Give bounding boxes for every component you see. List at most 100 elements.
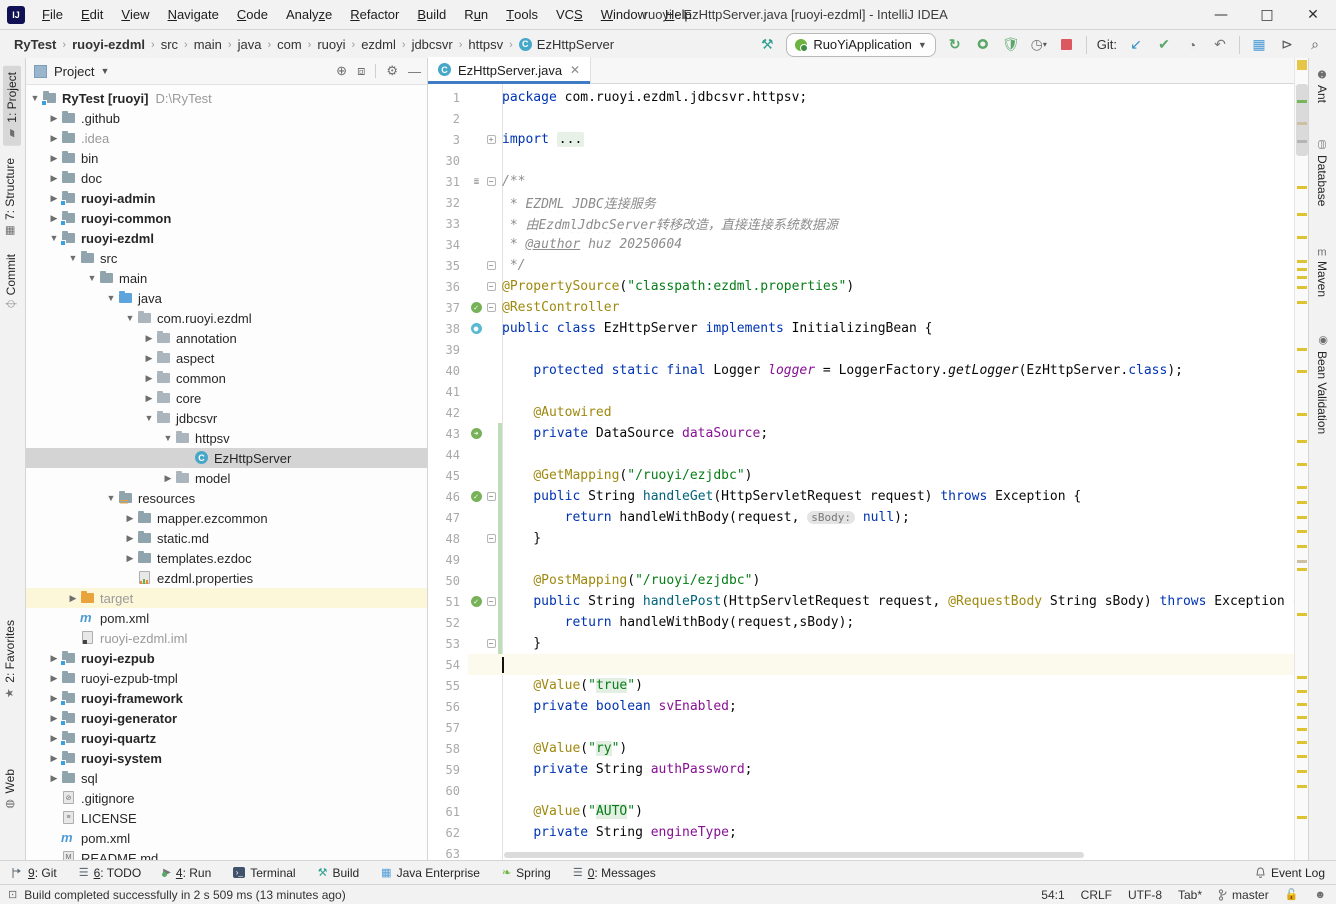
- code-line-39[interactable]: 39: [428, 339, 1294, 360]
- code-line-38[interactable]: 38●public class EzHttpServer implements …: [428, 318, 1294, 339]
- encoding-indicator[interactable]: UTF-8: [1128, 888, 1162, 902]
- toolwindow-button----todo[interactable]: ☰6: TODO: [68, 861, 152, 885]
- locate-file-icon[interactable]: ⊕: [336, 63, 347, 79]
- fold-marker-icon[interactable]: −: [487, 261, 496, 270]
- vertical-scrollbar-thumb[interactable]: [1296, 84, 1308, 156]
- toolwindow-button----messages[interactable]: ☰0: Messages: [562, 861, 667, 885]
- code-line-50[interactable]: 50 @PostMapping("/ruoyi/ezjdbc"): [428, 570, 1294, 591]
- code-line-37[interactable]: 37✓−@RestController: [428, 297, 1294, 318]
- error-stripe[interactable]: [1294, 58, 1308, 860]
- tool-button-ant[interactable]: ⚉Ant: [1315, 68, 1329, 103]
- tree-item-src[interactable]: ▼src: [26, 248, 427, 268]
- history-icon[interactable]: ◔: [1183, 36, 1201, 54]
- stripe-warning-mark[interactable]: [1297, 741, 1307, 744]
- stripe-warning-mark[interactable]: [1297, 545, 1307, 548]
- breadcrumb-rytest[interactable]: RyTest: [14, 37, 56, 52]
- menu-edit[interactable]: Edit: [72, 0, 112, 30]
- collapse-arrow-icon[interactable]: ▼: [85, 273, 99, 283]
- expand-arrow-icon[interactable]: ▶: [47, 753, 61, 764]
- breadcrumb-main[interactable]: main: [194, 37, 222, 52]
- expand-arrow-icon[interactable]: ▶: [47, 193, 61, 204]
- tool-button-bean-validation[interactable]: ◉Bean Validation: [1315, 334, 1329, 434]
- tool-button-commit[interactable]: ⏀Commit: [3, 254, 19, 310]
- tree-item-sql[interactable]: ▶sql: [26, 768, 427, 788]
- tree-item-ruoyi-quartz[interactable]: ▶ruoyi-quartz: [26, 728, 427, 748]
- tree-item-ruoyi-ezdml-iml[interactable]: ruoyi-ezdml.iml: [26, 628, 427, 648]
- tree-item-bin[interactable]: ▶bin: [26, 148, 427, 168]
- spring-mapping-icon[interactable]: ✓: [471, 491, 482, 502]
- breadcrumb-ezhttpserver[interactable]: EzHttpServer: [537, 37, 614, 52]
- stripe-warning-mark[interactable]: [1297, 413, 1307, 416]
- stripe-warning-mark[interactable]: [1297, 676, 1307, 679]
- expand-arrow-icon[interactable]: ▶: [47, 113, 61, 124]
- run-anything-icon[interactable]: ⊳: [1278, 36, 1296, 54]
- collapse-arrow-icon[interactable]: ▼: [104, 493, 118, 503]
- code-line-35[interactable]: 35− */: [428, 255, 1294, 276]
- tree-item-mapper-ezcommon[interactable]: ▶mapper.ezcommon: [26, 508, 427, 528]
- breadcrumb-java[interactable]: java: [238, 37, 262, 52]
- tree-item-core[interactable]: ▶core: [26, 388, 427, 408]
- inspection-status-square[interactable]: [1297, 60, 1307, 70]
- code-line-61[interactable]: 61 @Value("AUTO"): [428, 801, 1294, 822]
- expand-arrow-icon[interactable]: ▶: [47, 773, 61, 784]
- tree-item-ruoyi-system[interactable]: ▶ruoyi-system: [26, 748, 427, 768]
- code-line-31[interactable]: 31≣−/**: [428, 171, 1294, 192]
- stripe-warning-mark[interactable]: [1297, 100, 1307, 103]
- toolwindow-button-spring[interactable]: ❧Spring: [491, 861, 562, 885]
- fold-marker-icon[interactable]: −: [487, 534, 496, 543]
- expand-arrow-icon[interactable]: ▶: [123, 553, 137, 564]
- code-line-49[interactable]: 49: [428, 549, 1294, 570]
- collapse-arrow-icon[interactable]: ▼: [66, 253, 80, 263]
- spring-bean-icon[interactable]: ●: [471, 323, 482, 334]
- menu-refactor[interactable]: Refactor: [341, 0, 408, 30]
- stripe-warning-mark[interactable]: [1297, 703, 1307, 706]
- close-button[interactable]: ✕: [1290, 0, 1336, 29]
- tool-button----favorites[interactable]: ★2: Favorites: [3, 620, 17, 700]
- stripe-warning-mark[interactable]: [1297, 276, 1307, 279]
- tree-item-license[interactable]: ≡LICENSE: [26, 808, 427, 828]
- expand-arrow-icon[interactable]: ▶: [123, 513, 137, 524]
- tree-item-rytest--ruoyi-[interactable]: ▼RyTest [ruoyi]D:\RyTest: [26, 88, 427, 108]
- tree-item-ruoyi-framework[interactable]: ▶ruoyi-framework: [26, 688, 427, 708]
- spring-mapping-icon[interactable]: ✓: [471, 302, 482, 313]
- code-line-51[interactable]: 51✓− public String handlePost(HttpServle…: [428, 591, 1294, 612]
- tree-item-ruoyi-common[interactable]: ▶ruoyi-common: [26, 208, 427, 228]
- code-line-47[interactable]: 47 return handleWithBody(request, sBody:…: [428, 507, 1294, 528]
- code-line-30[interactable]: 30: [428, 150, 1294, 171]
- code-line-2[interactable]: 2: [428, 108, 1294, 129]
- tree-item-httpsv[interactable]: ▼httpsv: [26, 428, 427, 448]
- run-button[interactable]: ↻: [946, 36, 964, 54]
- tree-item-resources[interactable]: ▼resources: [26, 488, 427, 508]
- code-line-33[interactable]: 33 * 由EzdmlJdbcServer转移改造，直接连接系统数据源: [428, 213, 1294, 234]
- tool-button-web[interactable]: ◍Web: [3, 769, 17, 810]
- code-line-44[interactable]: 44: [428, 444, 1294, 465]
- tree-item-model[interactable]: ▶model: [26, 468, 427, 488]
- tool-button----structure[interactable]: ▦7: Structure: [3, 158, 17, 237]
- stripe-warning-mark[interactable]: [1297, 816, 1307, 819]
- tree-item-ruoyi-ezpub[interactable]: ▶ruoyi-ezpub: [26, 648, 427, 668]
- git-branch-widget[interactable]: master: [1218, 888, 1269, 902]
- code-line-59[interactable]: 59 private String authPassword;: [428, 759, 1294, 780]
- fold-marker-icon[interactable]: −: [487, 492, 496, 501]
- breadcrumb-ruoyi-ezdml[interactable]: ruoyi-ezdml: [72, 37, 145, 52]
- stripe-warning-mark[interactable]: [1297, 370, 1307, 373]
- rollback-icon[interactable]: ↶: [1211, 36, 1229, 54]
- menu-run[interactable]: Run: [455, 0, 497, 30]
- minimize-button[interactable]: —: [1198, 0, 1244, 29]
- caret-position[interactable]: 54:1: [1041, 888, 1064, 902]
- commit-icon[interactable]: ✔: [1155, 36, 1173, 54]
- search-everywhere-icon[interactable]: ⌕: [1306, 36, 1324, 54]
- tree-item-target[interactable]: ▶target: [26, 588, 427, 608]
- code-line-55[interactable]: 55 @Value("true"): [428, 675, 1294, 696]
- breadcrumb-ruoyi[interactable]: ruoyi: [317, 37, 345, 52]
- stripe-warning-mark[interactable]: [1297, 568, 1307, 571]
- stripe-warning-mark[interactable]: [1297, 716, 1307, 719]
- toolwindow-toggle-icon[interactable]: ⊡: [8, 888, 17, 901]
- expand-arrow-icon[interactable]: ▶: [47, 713, 61, 724]
- tree-item-main[interactable]: ▼main: [26, 268, 427, 288]
- stripe-warning-mark[interactable]: [1297, 236, 1307, 239]
- tree-item-jdbcsvr[interactable]: ▼jdbcsvr: [26, 408, 427, 428]
- breadcrumb-httpsv[interactable]: httpsv: [468, 37, 503, 52]
- fold-marker-icon[interactable]: −: [487, 639, 496, 648]
- stripe-warning-mark[interactable]: [1297, 140, 1307, 143]
